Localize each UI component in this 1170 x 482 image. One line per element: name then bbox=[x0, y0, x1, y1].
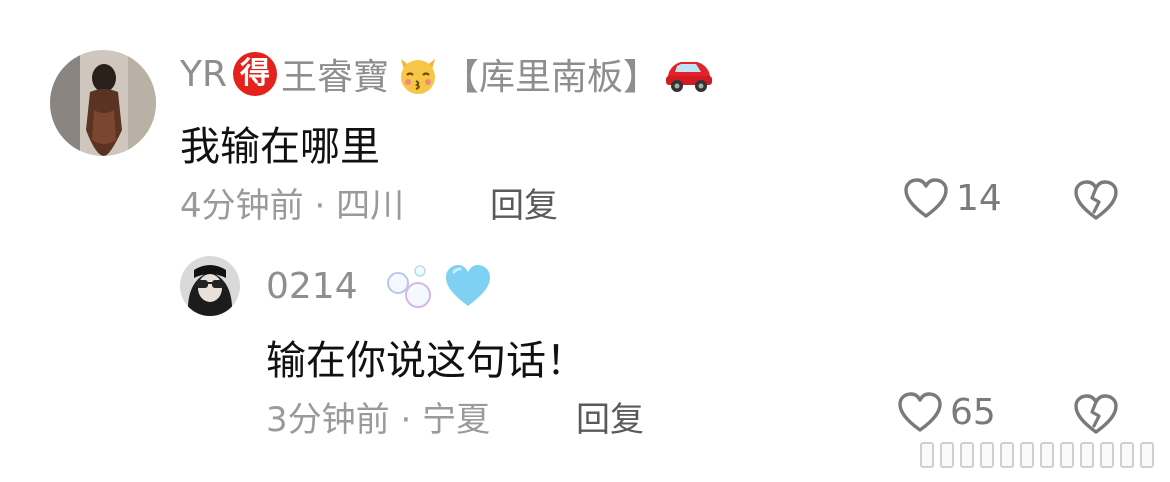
comment-dislike-button[interactable] bbox=[1072, 178, 1120, 226]
commenter-username[interactable]: YR 得 王睿寶 【库里南板】 bbox=[180, 50, 715, 98]
bubbles-emoji-icon bbox=[384, 263, 436, 309]
reply-meta: 3分钟前 · 宁夏 bbox=[266, 392, 490, 441]
reply-location: 宁夏 bbox=[422, 400, 491, 440]
reply-button[interactable]: 回复 bbox=[490, 178, 558, 227]
replier-avatar[interactable] bbox=[180, 256, 240, 316]
reply-like-count: 65 bbox=[950, 391, 996, 433]
heart-outline-icon bbox=[898, 392, 942, 432]
commenter-avatar[interactable] bbox=[50, 50, 156, 156]
reply-time: 3分钟前 bbox=[266, 400, 390, 440]
reply-text: 输在你说这句话！ bbox=[266, 338, 586, 384]
username-name: 王睿寶 bbox=[281, 57, 390, 98]
comment-time: 4分钟前 bbox=[180, 186, 304, 226]
replier-username[interactable]: 0214 bbox=[266, 262, 492, 310]
broken-heart-icon bbox=[1074, 180, 1118, 220]
red-car-emoji-icon bbox=[663, 54, 715, 94]
heart-outline-icon bbox=[904, 178, 948, 218]
meta-separator: · bbox=[303, 186, 337, 226]
comment-location: 四川 bbox=[336, 186, 405, 226]
username-tag: 【库里南板】 bbox=[443, 57, 660, 98]
comment-like-button[interactable]: 14 bbox=[902, 176, 1002, 220]
watermark-logo bbox=[920, 442, 1154, 468]
broken-heart-icon bbox=[1074, 394, 1118, 434]
reply-like-button[interactable]: 65 bbox=[896, 390, 996, 434]
light-blue-heart-emoji-icon bbox=[444, 264, 492, 308]
comment-text: 我输在哪里 bbox=[180, 124, 380, 170]
reply-reply-button[interactable]: 回复 bbox=[576, 392, 644, 441]
replier-name: 0214 bbox=[266, 265, 358, 307]
kissing-cat-emoji-icon bbox=[395, 51, 441, 97]
comment-like-count: 14 bbox=[956, 177, 1002, 219]
meta-separator: · bbox=[389, 400, 423, 440]
de-badge-icon: 得 bbox=[233, 52, 278, 96]
comment-meta: 4分钟前 · 四川 bbox=[180, 178, 404, 227]
username-prefix: YR bbox=[180, 53, 228, 95]
reply-dislike-button[interactable] bbox=[1072, 392, 1120, 440]
